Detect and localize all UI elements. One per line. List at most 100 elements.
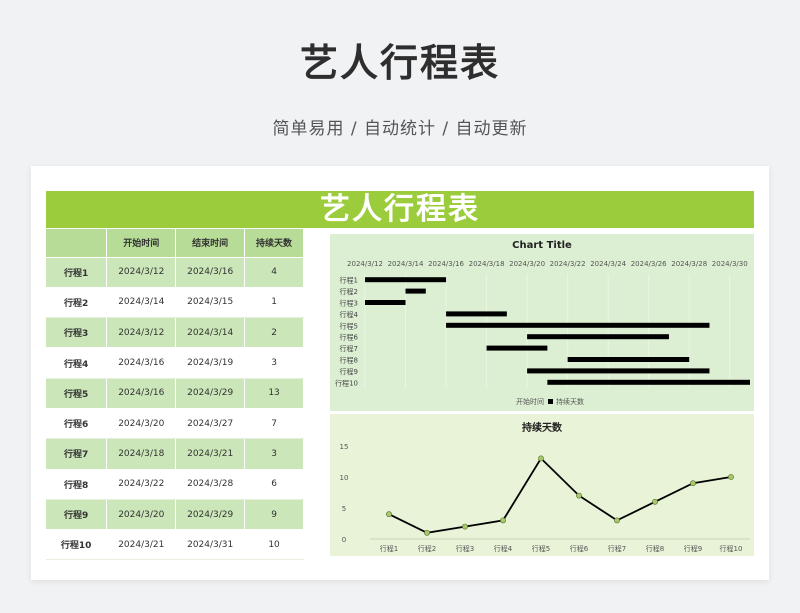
gantt-x-tick-label: 2024/3/12 <box>347 260 383 268</box>
cell-duration-days[interactable]: 6 <box>244 469 304 500</box>
cell-start-date[interactable]: 2024/3/20 <box>106 499 177 531</box>
cell-duration-days[interactable]: 10 <box>244 529 304 561</box>
gantt-bar <box>446 322 710 328</box>
gantt-y-tick-label: 行程10 <box>335 378 358 387</box>
table-row[interactable]: 行程6 2024/3/20 2024/3/27 7 <box>46 408 304 440</box>
line-y-tick-label: 0 <box>342 536 346 544</box>
page-subtitle: 简单易用 / 自动统计 / 自动更新 <box>272 119 528 139</box>
gantt-y-tick-label: 行程3 <box>340 299 358 308</box>
cell-start-date[interactable]: 2024/3/16 <box>106 378 177 409</box>
line-data-point <box>690 480 696 487</box>
gantt-x-tick-label: 2024/3/26 <box>631 260 667 268</box>
line-x-tick-label: 行程5 <box>532 544 550 553</box>
line-chart-title: 持续天数 <box>522 421 563 434</box>
cell-trip-name[interactable]: 行程1 <box>46 257 108 288</box>
cell-end-date[interactable]: 2024/3/27 <box>175 408 246 440</box>
cell-duration-days[interactable]: 4 <box>244 257 304 288</box>
gantt-legend-duration: 持续天数 <box>556 397 584 406</box>
cell-trip-name[interactable]: 行程2 <box>46 287 108 319</box>
table-row[interactable]: 行程3 2024/3/12 2024/3/14 2 <box>46 317 304 349</box>
line-data-point <box>462 523 468 530</box>
page-title: 艺人行程表 <box>299 41 500 85</box>
header-cell-start: 开始时间 <box>106 229 177 258</box>
gantt-y-tick-label: 行程5 <box>340 321 358 330</box>
gantt-y-tick-label: 行程4 <box>340 310 359 319</box>
gantt-y-tick-label: 行程8 <box>340 356 358 365</box>
table-header-row: 开始时间 结束时间 持续天数 <box>46 229 304 258</box>
line-x-tick-label: 行程9 <box>684 544 702 553</box>
gantt-y-tick-label: 行程7 <box>340 344 358 353</box>
table-row[interactable]: 行程5 2024/3/16 2024/3/29 13 <box>46 378 304 409</box>
cell-start-date[interactable]: 2024/3/21 <box>106 529 177 561</box>
cell-start-date[interactable]: 2024/3/16 <box>106 347 177 379</box>
cell-start-date[interactable]: 2024/3/20 <box>106 408 177 440</box>
gantt-chart: Chart Title 2024/3/12 2024/3/14 2024/3/16 20… <box>330 234 754 411</box>
line-chart-svg: 持续天数 0 5 10 15 行程1 行程2 行程3 行程4 行程5 行程6 行程7 行程8 行程9 行程1… <box>340 421 750 553</box>
cell-end-date[interactable]: 2024/3/16 <box>175 257 246 288</box>
cell-duration-days[interactable]: 9 <box>244 499 304 531</box>
table-row[interactable]: 行程10 2024/3/21 2024/3/31 10 <box>46 529 304 561</box>
line-data-point <box>576 492 582 499</box>
cell-duration-days[interactable]: 7 <box>244 408 304 440</box>
table-row[interactable]: 行程8 2024/3/22 2024/3/28 6 <box>46 469 304 500</box>
cell-trip-name[interactable]: 行程8 <box>46 469 108 500</box>
gantt-legend-swatch <box>548 399 553 404</box>
gantt-y-tick-label: 行程1 <box>340 276 358 285</box>
line-data-point <box>424 529 430 536</box>
gantt-x-tick-label: 2024/3/24 <box>590 260 626 268</box>
line-x-tick-label: 行程8 <box>646 544 664 553</box>
gantt-x-tick-label: 2024/3/16 <box>428 260 464 268</box>
line-x-tick-label: 行程1 <box>380 544 398 553</box>
cell-start-date[interactable]: 2024/3/18 <box>106 438 177 470</box>
cell-trip-name[interactable]: 行程4 <box>46 347 108 379</box>
table-row[interactable]: 行程7 2024/3/18 2024/3/21 3 <box>46 438 304 470</box>
cell-duration-days[interactable]: 2 <box>244 317 304 349</box>
cell-trip-name[interactable]: 行程10 <box>46 529 108 561</box>
gantt-bar <box>527 334 669 340</box>
cell-trip-name[interactable]: 行程6 <box>46 408 108 440</box>
cell-trip-name[interactable]: 行程3 <box>46 317 108 349</box>
cell-trip-name[interactable]: 行程7 <box>46 438 108 470</box>
sheet-banner: 艺人行程表 <box>46 191 754 228</box>
cell-duration-days[interactable]: 3 <box>244 347 304 379</box>
table-row[interactable]: 行程2 2024/3/14 2024/3/15 1 <box>46 287 304 319</box>
gantt-x-tick-label: 2024/3/22 <box>550 260 586 268</box>
cell-start-date[interactable]: 2024/3/14 <box>106 287 177 319</box>
line-x-tick-label: 行程2 <box>418 544 436 553</box>
line-series-path <box>388 456 732 534</box>
gantt-x-tick-label: 2024/3/20 <box>509 260 545 268</box>
table-row[interactable]: 行程1 2024/3/12 2024/3/16 4 <box>46 257 304 288</box>
table-row[interactable]: 行程4 2024/3/16 2024/3/19 3 <box>46 347 304 379</box>
line-chart: 持续天数 0 5 10 15 行程1 行程2 行程3 行程4 行程5 行程6 行程7 行程8 行程9 行程1… <box>330 414 754 556</box>
cell-duration-days[interactable]: 1 <box>244 287 304 319</box>
cell-end-date[interactable]: 2024/3/28 <box>175 469 246 500</box>
gantt-legend-start: 开始时间 <box>516 397 544 406</box>
cell-start-date[interactable]: 2024/3/12 <box>106 257 177 288</box>
gantt-bar <box>365 300 406 305</box>
gantt-y-tick-label: 行程9 <box>340 367 358 376</box>
cell-end-date[interactable]: 2024/3/15 <box>175 287 246 319</box>
cell-end-date[interactable]: 2024/3/31 <box>175 529 246 561</box>
cell-end-date[interactable]: 2024/3/29 <box>175 378 246 409</box>
cell-start-date[interactable]: 2024/3/22 <box>106 469 177 500</box>
line-data-point <box>538 455 544 462</box>
cell-end-date[interactable]: 2024/3/14 <box>175 317 246 349</box>
cell-duration-days[interactable]: 3 <box>244 438 304 470</box>
gantt-chart-svg: Chart Title 2024/3/12 2024/3/14 2024/3/16 20… <box>335 240 750 406</box>
line-x-tick-label: 行程4 <box>494 544 513 553</box>
cell-start-date[interactable]: 2024/3/12 <box>106 317 177 349</box>
line-data-point <box>386 511 392 518</box>
cell-duration-days[interactable]: 13 <box>244 378 304 409</box>
line-y-tick-label: 10 <box>340 474 349 482</box>
cell-trip-name[interactable]: 行程9 <box>46 499 108 531</box>
header-cell-end: 结束时间 <box>175 229 246 258</box>
gantt-bar <box>486 345 548 351</box>
cell-end-date[interactable]: 2024/3/29 <box>175 499 246 531</box>
gantt-bar <box>567 357 690 362</box>
cell-end-date[interactable]: 2024/3/19 <box>175 347 246 379</box>
line-y-tick-label: 5 <box>342 505 346 513</box>
line-data-point <box>500 517 506 524</box>
cell-end-date[interactable]: 2024/3/21 <box>175 438 246 470</box>
table-row[interactable]: 行程9 2024/3/20 2024/3/29 9 <box>46 499 304 531</box>
cell-trip-name[interactable]: 行程5 <box>46 378 108 409</box>
